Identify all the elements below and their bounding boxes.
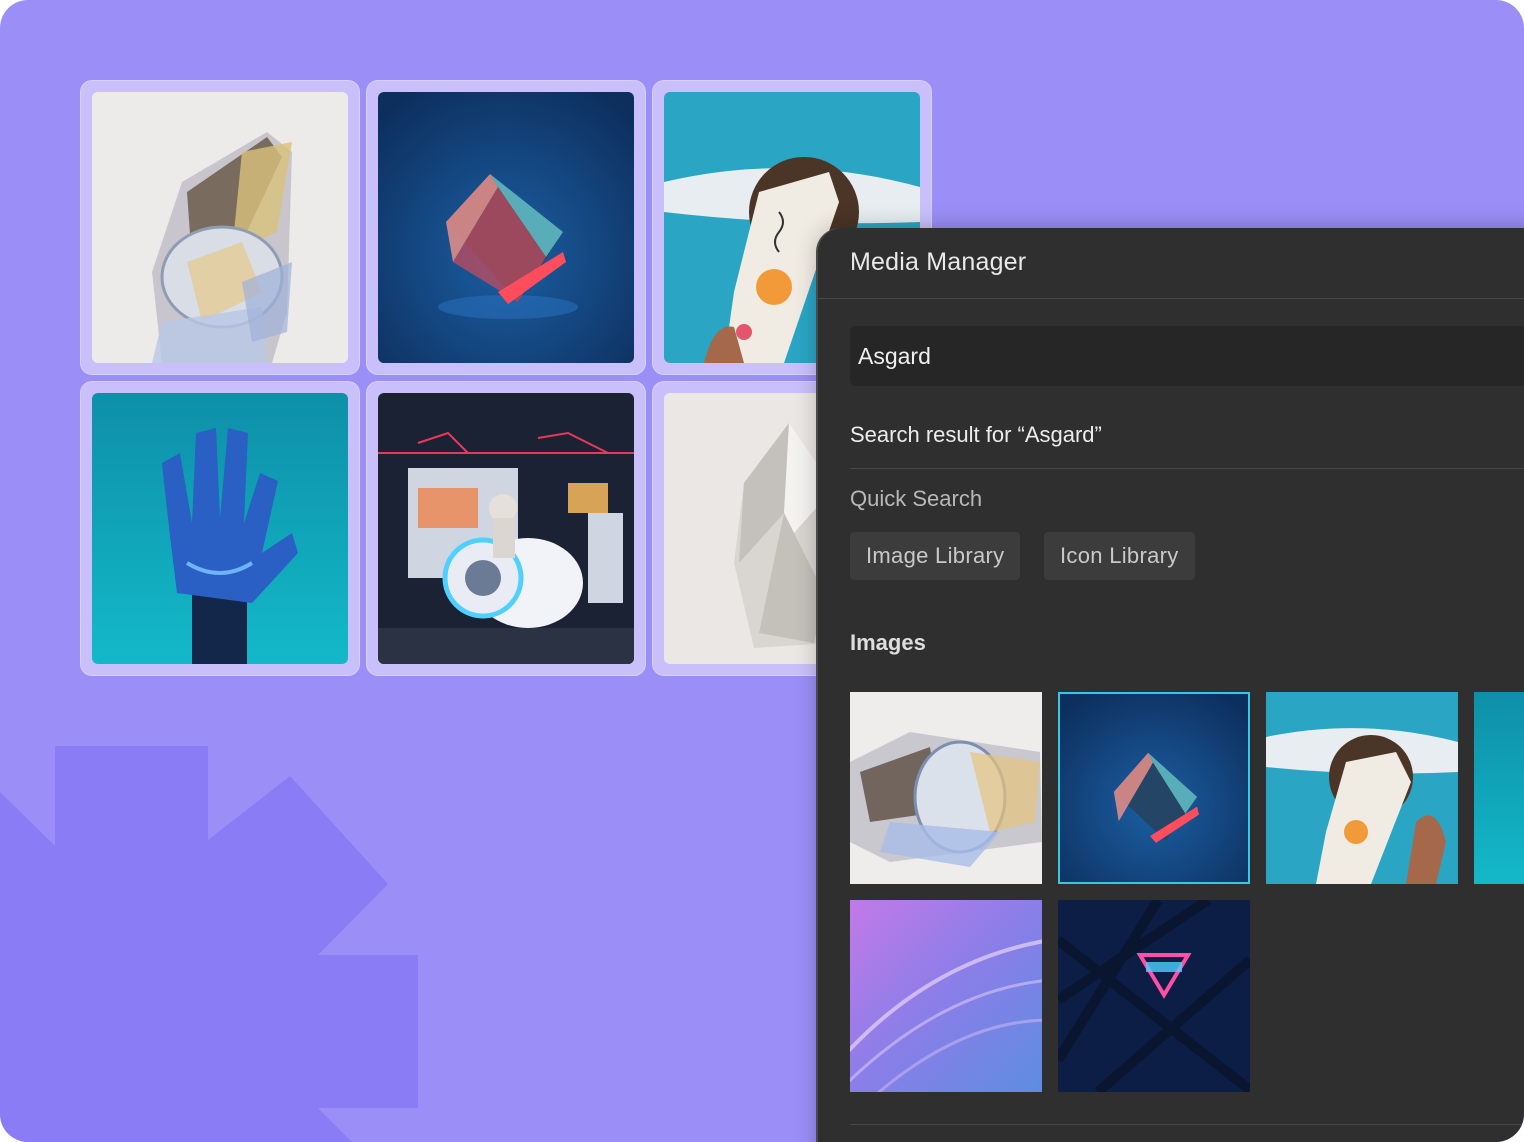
search-result-label: Search result for “Asgard” bbox=[850, 422, 1102, 447]
result-thumb-prism-glass[interactable] bbox=[850, 692, 1042, 884]
result-divider bbox=[850, 468, 1524, 469]
bottom-divider bbox=[850, 1124, 1524, 1125]
prism-glass-photo bbox=[92, 92, 348, 363]
grid-tile-prism-glass[interactable] bbox=[80, 80, 360, 375]
quick-search-label: Quick Search bbox=[850, 486, 983, 511]
result-thumb-purple-feather[interactable] bbox=[850, 900, 1042, 1092]
result-thumb-teal[interactable] bbox=[1474, 692, 1524, 884]
media-manager-panel: Media Manager Search result for “Asgard”… bbox=[818, 228, 1524, 1142]
background-canvas: Media Manager Search result for “Asgard”… bbox=[0, 0, 1524, 1142]
panel-title: Media Manager bbox=[850, 248, 1027, 276]
title-divider bbox=[818, 298, 1524, 299]
grid-tile-robot-hand[interactable] bbox=[80, 381, 360, 676]
crystal-cube-photo bbox=[378, 92, 634, 363]
blue-robot-hand-photo bbox=[92, 393, 348, 664]
search-input[interactable] bbox=[850, 326, 1524, 386]
result-thumb-neon-club-sign[interactable] bbox=[1058, 900, 1250, 1092]
result-thumb-crystal-cube[interactable] bbox=[1058, 692, 1250, 884]
result-thumb-abstract-portrait[interactable] bbox=[1266, 692, 1458, 884]
icon-library-chip[interactable]: Icon Library bbox=[1044, 532, 1195, 580]
image-library-chip[interactable]: Image Library bbox=[850, 532, 1021, 580]
grid-tile-vr-motorbike[interactable] bbox=[366, 381, 646, 676]
images-section-heading: Images bbox=[850, 630, 926, 655]
grid-tile-crystal-cube[interactable] bbox=[366, 80, 646, 375]
vr-motorbike-photo bbox=[378, 393, 634, 664]
